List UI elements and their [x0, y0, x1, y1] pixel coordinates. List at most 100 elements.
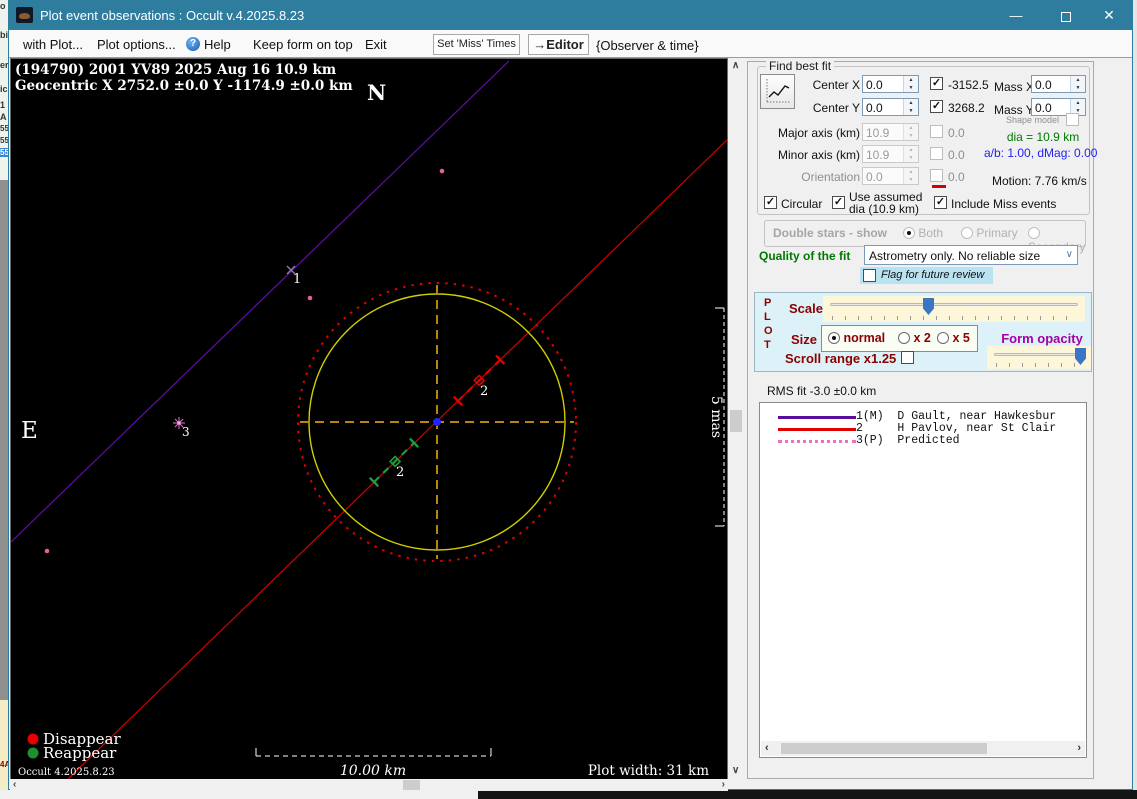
rms-fit-label: RMS fit -3.0 ±0.0 km [767, 384, 877, 398]
close-button[interactable]: ✕ [1088, 1, 1130, 30]
double-stars-primary-radio[interactable]: Primary [961, 226, 1018, 240]
set-miss-times-button[interactable]: Set 'Miss' Times [433, 34, 520, 55]
chart-icon [766, 79, 790, 103]
horizontal-scroll-thumb[interactable] [403, 780, 420, 790]
vertical-scroll-thumb[interactable] [730, 410, 742, 432]
observer-list[interactable]: 1(M) D Gault, near Hawkesbur 2 H Pavlov,… [759, 402, 1087, 758]
circular-checkbox[interactable]: ✓ [764, 196, 777, 209]
event2-red-label: 2 [480, 384, 488, 399]
orientation-fit-value: 0.0 [948, 170, 965, 184]
plot-canvas[interactable]: 2 2 1 3 (194790) 2001 YV89 2025 Aug 16 1… [10, 58, 730, 780]
observer-list-scroll-thumb[interactable] [781, 743, 987, 754]
scale-slider[interactable] [823, 296, 1085, 322]
desktop-strip-right-edge [1133, 0, 1137, 790]
occult-plot-window: Plot event observations : Occult v.4.202… [8, 0, 1133, 791]
observer-list-scrollbar[interactable]: ‹ › [761, 741, 1085, 756]
plot-title-line2: Geocentric X 2752.0 ±0.0 Y -1174.9 ±0.0 … [15, 78, 353, 94]
double-stars-both-radio[interactable]: Both [903, 226, 943, 240]
spinner-arrows-icon[interactable]: ▲ ▼ [903, 76, 918, 92]
diameter-label: dia = 10.9 km [1006, 130, 1080, 144]
flag-review-checkbox[interactable] [863, 269, 876, 282]
controls-panel: Find best fit Center X 0.0 ▲ ▼ ✓ -3152.5 M… [747, 59, 1097, 779]
title-bar[interactable]: Plot event observations : Occult v.4.202… [9, 1, 1132, 30]
background-window-body [0, 180, 8, 700]
maximize-button[interactable] [1045, 1, 1087, 30]
predicted-star-label: 3 [182, 425, 190, 439]
menu-with-plot[interactable]: with Plot... [23, 37, 83, 52]
editor-button[interactable]: →Editor [528, 34, 589, 55]
background-fragment: o [0, 1, 6, 11]
center-x-spinner[interactable]: 0.0 ▲ ▼ [862, 75, 919, 93]
fit-x-value: -3152.5 [948, 78, 989, 92]
major-axis-fit-value: 0.0 [948, 126, 965, 140]
plot-vertical-scrollbar[interactable]: ∧ ∨ [728, 58, 744, 779]
scroll-up-icon[interactable]: ∧ [732, 60, 739, 72]
scroll-right-icon[interactable]: › [1077, 742, 1081, 754]
observer2-line-swatch [778, 428, 856, 431]
size-radio-group: normal x 2 x 5 [821, 325, 978, 352]
form-opacity-slider[interactable] [987, 346, 1091, 369]
plot-horizontal-scrollbar[interactable]: ‹ › [10, 779, 728, 791]
menu-keep-on-top[interactable]: Keep form on top [253, 37, 353, 52]
event2-green-label: 2 [396, 465, 404, 480]
east-label: E [21, 418, 38, 444]
menu-plot-options[interactable]: Plot options... [97, 37, 176, 52]
mass-x-label: Mass X [994, 80, 1035, 94]
spinner-arrows-icon[interactable]: ▲ ▼ [903, 99, 918, 115]
fit-graph-button[interactable] [760, 74, 795, 109]
center-x-label: Center X [812, 78, 860, 92]
help-icon: ? [186, 37, 200, 51]
background-fragment: 1 [0, 100, 6, 110]
scroll-down-icon[interactable]: ∨ [732, 765, 739, 777]
size-x2-radio[interactable]: x 2 [898, 331, 931, 345]
size-normal-radio[interactable]: normal [828, 331, 885, 345]
minor-axis-fit-checkbox[interactable] [930, 147, 943, 160]
scale-bar [255, 748, 492, 757]
orientation-label: Orientation [801, 170, 860, 184]
fit-y-checkbox[interactable]: ✓ [930, 100, 943, 113]
minimize-button[interactable]: — [995, 1, 1037, 30]
minor-axis-fit-value: 0.0 [948, 148, 965, 162]
observer1-path-line [10, 60, 510, 543]
scroll-left-icon[interactable]: ‹ [13, 779, 16, 791]
center-y-spinner[interactable]: 0.0 ▲ ▼ [862, 98, 919, 116]
background-fragment: 55 [0, 124, 8, 133]
scroll-right-icon[interactable]: › [722, 779, 725, 791]
scroll-range-checkbox[interactable] [901, 351, 914, 364]
spinner-arrows-icon: ▲ ▼ [903, 124, 918, 140]
minor-axis-spinner[interactable]: 10.9 ▲ ▼ [862, 145, 919, 163]
background-fragment: A [0, 112, 7, 122]
spinner-arrows-icon: ▲ ▼ [903, 146, 918, 162]
use-assumed-checkbox[interactable]: ✓ [832, 196, 845, 209]
red-line-indicator [932, 185, 946, 188]
mass-x-spinner[interactable]: 0.0 ▲ ▼ [1031, 75, 1086, 93]
size-x5-radio[interactable]: x 5 [937, 331, 970, 345]
observer-row[interactable]: 3(P) Predicted [760, 434, 1086, 447]
include-miss-checkbox[interactable]: ✓ [934, 196, 947, 209]
major-axis-spinner[interactable]: 10.9 ▲ ▼ [862, 123, 919, 141]
double-stars-group: Double stars - show Both Primary Seconda… [764, 220, 1086, 254]
menu-help[interactable]: Help [204, 37, 231, 52]
size-label: Size [791, 332, 818, 347]
quality-dropdown[interactable]: Astrometry only. No reliable size ∨ [864, 245, 1078, 265]
plot-controls-panel: P L O T Scale Size normal x 2 x 5 Form o… [754, 292, 1092, 372]
scroll-left-icon[interactable]: ‹ [765, 742, 769, 754]
major-axis-label: Major axis (km) [777, 126, 860, 140]
menu-exit[interactable]: Exit [365, 37, 387, 52]
spinner-arrows-icon[interactable]: ▲ ▼ [1070, 76, 1085, 92]
shape-model-checkbox[interactable] [1066, 113, 1079, 126]
plot-letter: O [764, 325, 773, 337]
find-best-fit-label: Find best fit [766, 59, 835, 73]
form-opacity-label: Form opacity [1001, 331, 1083, 346]
pink-dot [307, 295, 313, 301]
major-axis-fit-checkbox[interactable] [930, 125, 943, 138]
shape-model-label: Shape model [1006, 115, 1060, 125]
background-fragment: 4A [0, 760, 8, 769]
orientation-fit-checkbox[interactable] [930, 169, 943, 182]
orientation-spinner[interactable]: 0.0 ▲ ▼ [862, 167, 919, 185]
menu-bar: with Plot... Plot options... ? Help Keep… [9, 30, 1132, 58]
fit-x-checkbox[interactable]: ✓ [930, 77, 943, 90]
motion-label: Motion: 7.76 km/s [992, 174, 1087, 188]
scale-slider-thumb[interactable] [923, 298, 934, 315]
background-fragment: bi [0, 30, 8, 40]
